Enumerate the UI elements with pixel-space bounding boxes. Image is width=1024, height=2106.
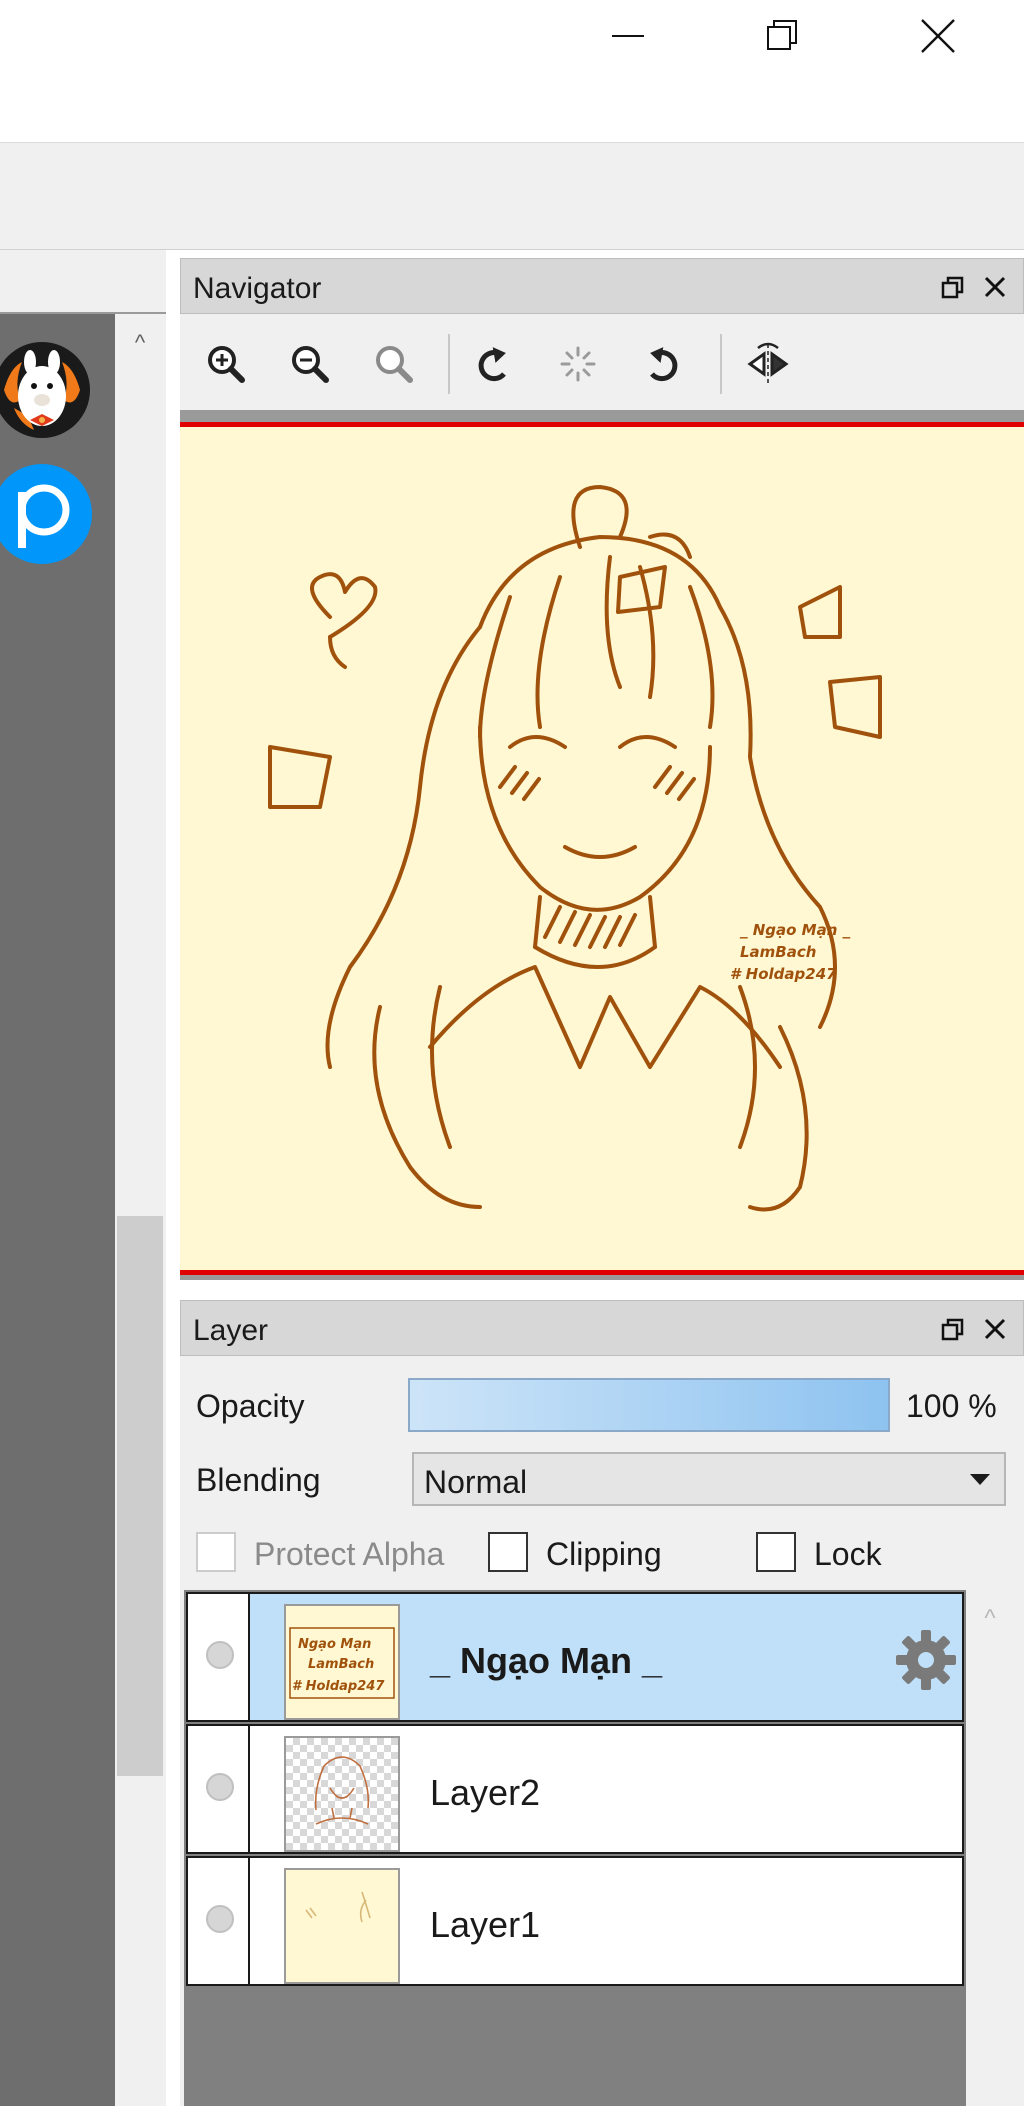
sidebar-scrollbar[interactable] [115,314,166,2106]
sidebar-header [0,250,166,314]
preview-signature-line-3: # Holdap247 [730,965,837,983]
lock-label: Lock [814,1536,882,1572]
window-titlebar [0,0,1024,142]
layer-name: Layer2 [430,1772,541,1813]
layer-row-layer2[interactable]: Layer2 [186,1724,964,1854]
opacity-label: Opacity [196,1388,305,1424]
clipping-label: Clipping [546,1536,662,1572]
layer-thumbnail [284,1868,400,1984]
rotate-reset-button[interactable] [546,336,610,392]
visibility-dot-icon [206,1905,234,1933]
layer-panel-header: Layer [180,1300,1024,1356]
layer-thumbnail [284,1736,400,1852]
zoom-in-icon [208,346,245,383]
blending-mode-select[interactable]: Normal [412,1452,1006,1506]
opacity-value: 100 % [906,1388,997,1424]
zoom-reset-icon [376,346,413,383]
layer-visibility-toggle[interactable] [188,1858,250,1984]
pixiv-icon [0,464,92,564]
close-icon [984,276,1006,298]
navigator-close-button[interactable] [979,271,1011,303]
canvas-thumbnail-artwork: _ Ngạo Mạn _ LamBach # Holdap247 [268,485,882,1212]
thumb-text-line-1: Ngạo Mạn [298,1637,371,1652]
gear-icon[interactable] [894,1628,958,1692]
alpaca-avatar-icon [0,342,90,438]
rotate-reset-icon [560,346,596,382]
close-button[interactable] [892,0,984,72]
sidebar [0,314,115,2106]
zoom-in-button[interactable] [194,336,258,392]
protect-alpha-checkbox[interactable] [196,1532,236,1572]
toolbar-area [0,142,1024,250]
visibility-dot-icon [206,1641,234,1669]
visibility-dot-icon [206,1773,234,1801]
layer-name: _ Ngạo Mạn _ [430,1640,663,1681]
thumb-text-line-2: LamBach [308,1657,374,1672]
zoom-reset-button[interactable] [362,336,426,392]
minimize-icon [612,35,644,37]
sidebar-item-alpaca[interactable] [0,338,92,442]
rotate-left-icon [478,347,506,382]
restore-button[interactable] [736,0,828,72]
thumb-text-line-3: # Holdap247 [292,1679,385,1694]
layer-visibility-toggle[interactable] [188,1726,250,1852]
sidebar-item-pixiv[interactable] [0,462,92,566]
preview-signature-line-1: _ Ngạo Mạn _ [739,921,851,939]
flip-horizontal-button[interactable] [736,336,800,392]
rotate-left-button[interactable] [462,336,526,392]
navigator-canvas-preview[interactable]: _ Ngạo Mạn _ LamBach # Holdap247 [180,427,1024,1270]
layer-visibility-toggle[interactable] [188,1594,250,1720]
layer-name: Layer1 [430,1904,541,1945]
zoom-out-icon [292,346,329,383]
navigator-panel-header: Navigator [180,258,1024,314]
navigator-title: Navigator [193,272,322,305]
clipping-checkbox[interactable] [488,1532,528,1572]
zoom-out-button[interactable] [278,336,342,392]
layer-panel-title: Layer [193,1314,269,1347]
navigator-view-bound-bottom [180,1270,1024,1275]
preview-signature-line-2: LamBach [740,943,816,961]
protect-alpha-label: Protect Alpha [254,1536,445,1572]
float-window-icon [941,276,964,299]
close-icon [921,19,955,53]
toolbar-separator [448,334,450,394]
toolbar-separator [720,334,722,394]
layer-list-scroll-up-button[interactable]: ^ [974,1604,1006,1634]
flip-horizontal-icon [747,342,789,384]
minimize-button[interactable] [582,0,674,72]
layer-close-button[interactable] [979,1313,1011,1345]
layer-row-layer1[interactable]: Layer1 [186,1856,964,1986]
navigator-float-button[interactable] [937,271,969,303]
chevron-down-icon [970,1474,990,1485]
float-window-icon [941,1318,964,1341]
layer-thumbnail: Ngạo Mạn LamBach # Holdap247 [284,1604,400,1720]
opacity-slider[interactable] [408,1378,890,1432]
blending-label: Blending [196,1462,321,1498]
lock-checkbox[interactable] [756,1532,796,1572]
navigator-toolbar [180,314,1024,410]
blending-mode-value: Normal [424,1464,528,1500]
rotate-right-icon [650,347,678,382]
sidebar-scroll-up-button[interactable]: ^ [122,328,158,358]
sidebar-scroll-thumb[interactable] [117,1216,163,1776]
close-icon [984,1318,1006,1340]
layer-row-ngao-man[interactable]: Ngạo Mạn LamBach # Holdap247 _ Ngạo Mạn … [186,1592,964,1722]
navigator-view-bound-top [180,422,1024,427]
rotate-right-button[interactable] [630,336,694,392]
layer-float-button[interactable] [937,1313,969,1345]
restore-icon [767,20,797,50]
